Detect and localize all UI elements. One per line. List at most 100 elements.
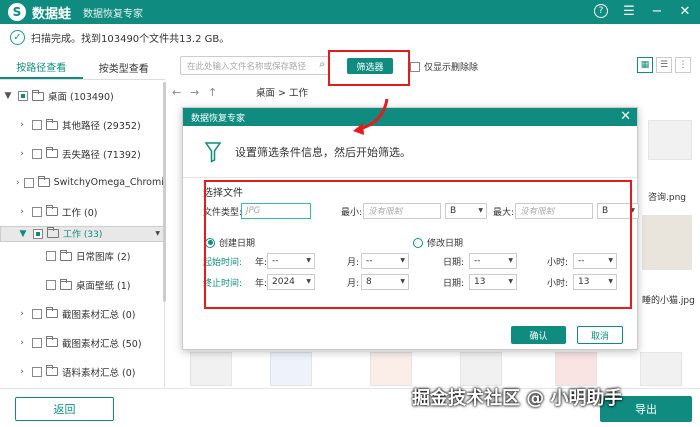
tree-node[interactable]: › 截图素材汇总 (50) (0, 328, 164, 357)
minimize-icon: − (651, 3, 663, 19)
only-deleted-label: 仅显示删除除 (424, 63, 479, 73)
close-button[interactable]: ✕ (676, 2, 694, 20)
checkbox[interactable] (46, 251, 56, 262)
status-text: 扫描完成。找到103490个文件共13.2 GB。 (31, 33, 230, 45)
grid-view-icon[interactable]: ▦ (637, 57, 653, 73)
app-window: S 数据蛙 数据恢复专家 ? ☰ − ✕ ✓ 扫描完成。找到103490个文件共… (0, 0, 700, 427)
tree-node[interactable]: › 丢失路径 (71392) (0, 140, 164, 169)
annotation-arrow-icon (353, 98, 389, 135)
back-arrow-icon[interactable]: ← (172, 86, 190, 99)
checkbox[interactable] (46, 280, 56, 291)
breadcrumb: 桌面 > 工作 (256, 88, 308, 99)
file-name-group: 睡的小猫.jpg (642, 293, 695, 306)
tree-node-label: 工作 (0) (62, 207, 98, 219)
search-placeholder: 在此处输入文件名称或保存路径 (187, 61, 307, 72)
dialog-close-icon[interactable]: ✕ (620, 109, 631, 124)
tree-node-label: 截图素材汇总 (0) (62, 309, 136, 321)
expand-icon[interactable]: › (16, 178, 20, 188)
back-button[interactable]: 返回 (15, 397, 114, 421)
expand-icon[interactable]: › (16, 120, 28, 130)
checkbox[interactable] (32, 308, 42, 319)
file-name-prefix: 睡的 (642, 296, 661, 306)
file-thumbnail[interactable] (648, 120, 692, 160)
dialog-title: 数据恢复专家 (191, 113, 246, 124)
tree-node-label: SwitchyOmega_Chromium (53, 177, 164, 189)
expand-icon[interactable]: › (16, 338, 28, 348)
expand-icon[interactable]: ▼ (2, 91, 14, 101)
tree-node-selected[interactable]: ▼ 工作 (33) (0, 225, 164, 242)
checkbox[interactable] (32, 148, 42, 159)
list-view-icon[interactable]: ☰ (656, 57, 672, 73)
search-icon[interactable]: ⌕ (319, 59, 325, 70)
help-button[interactable]: ? (592, 2, 610, 20)
file-name: 咨询.png (648, 193, 686, 203)
view-mode-buttons: ▦ ☰ ⋮ (637, 57, 691, 73)
folder-icon (46, 336, 58, 348)
navigation-bar: ← → ↑ 桌面 > 工作 (172, 84, 692, 100)
checkbox[interactable] (18, 91, 28, 102)
forward-arrow-icon[interactable]: → (190, 86, 208, 99)
tree-node[interactable]: › SwitchyOmega_Chromium (0, 168, 164, 197)
app-subtitle: 数据恢复专家 (83, 8, 144, 20)
folder-icon (60, 249, 72, 261)
only-deleted-toggle[interactable]: 仅显示删除除 (410, 60, 478, 73)
menu-button[interactable]: ☰ (620, 2, 638, 20)
file-thumbnail[interactable] (640, 352, 682, 386)
search-input[interactable]: 在此处输入文件名称或保存路径 ⌕ (180, 56, 330, 75)
folder-icon (46, 205, 58, 217)
check-icon: ✓ (10, 29, 25, 45)
folder-icon (46, 307, 58, 319)
confirm-button[interactable]: 确认 (511, 326, 566, 344)
checkbox[interactable] (410, 61, 420, 72)
tree-node[interactable]: › 工作 (0) (0, 197, 164, 226)
tab-by-type[interactable]: 按类型查看 (83, 56, 166, 79)
filter-funnel-icon (205, 141, 221, 163)
expand-icon[interactable]: › (16, 367, 28, 377)
cancel-button[interactable]: 取消 (577, 326, 623, 344)
file-name: 小猫.jpg (660, 296, 695, 306)
tree-node-label: 丢失路径 (71392) (62, 149, 141, 161)
watermark: 掘金技术社区 @ 小明助手 (412, 388, 623, 409)
checkbox[interactable] (32, 366, 42, 377)
menu-icon: ☰ (623, 3, 635, 19)
folder-icon (46, 118, 58, 130)
app-name: 数据蛙 (32, 6, 72, 22)
expand-icon[interactable]: ▼ (17, 229, 29, 239)
up-arrow-icon[interactable]: ↑ (208, 86, 226, 99)
tree-node[interactable]: › 截图素材汇总 (0) (0, 300, 164, 329)
tree-node-label: 桌面 (103490) (48, 92, 114, 104)
checkbox[interactable] (32, 120, 42, 131)
minimize-button[interactable]: − (648, 2, 666, 20)
tree-node[interactable]: › 其他路径 (29352) (0, 111, 164, 140)
tree-node[interactable]: 日常图库 (2) (0, 242, 164, 271)
folder-icon (46, 147, 58, 159)
tree-node-label: 桌面壁纸 (1) (76, 281, 131, 293)
checkbox[interactable] (23, 177, 34, 188)
tree-node-label: 其他路径 (29352) (62, 121, 141, 133)
checkbox[interactable] (32, 206, 42, 217)
tree-scrollbar[interactable] (163, 82, 166, 302)
pdf-file-icon[interactable] (555, 352, 597, 386)
folder-icon (47, 227, 59, 239)
view-tabs: 按路径查看 按类型查看 (0, 56, 165, 80)
tree-node[interactable]: 桌面壁纸 (1) (0, 271, 164, 300)
checkbox[interactable] (32, 337, 42, 348)
tree-node-desktop[interactable]: ▼ 桌面 (103490) (0, 82, 164, 111)
filter-button[interactable]: 筛选器 (347, 58, 393, 74)
file-thumbnail[interactable] (460, 352, 502, 386)
expand-icon[interactable]: › (16, 207, 28, 217)
help-icon: ? (594, 4, 608, 18)
folder-tree: ▼ 桌面 (103490) › 其他路径 (29352) › 丢失路径 (713… (0, 82, 165, 387)
file-thumbnail[interactable] (190, 352, 232, 386)
file-thumbnail[interactable] (642, 215, 692, 270)
scan-status: ✓ 扫描完成。找到103490个文件共13.2 GB。 (10, 27, 229, 47)
detail-view-icon[interactable]: ⋮ (675, 57, 691, 73)
checkbox[interactable] (33, 228, 43, 239)
tree-node-label: 工作 (33) (63, 230, 103, 241)
expand-icon[interactable]: › (16, 309, 28, 319)
tree-node[interactable]: › 语料素材汇总 (0) (0, 357, 164, 386)
expand-icon[interactable]: › (16, 149, 28, 159)
tab-by-path[interactable]: 按路径查看 (0, 56, 83, 79)
word-file-icon[interactable] (270, 352, 312, 386)
ppt-file-icon[interactable] (370, 352, 412, 386)
